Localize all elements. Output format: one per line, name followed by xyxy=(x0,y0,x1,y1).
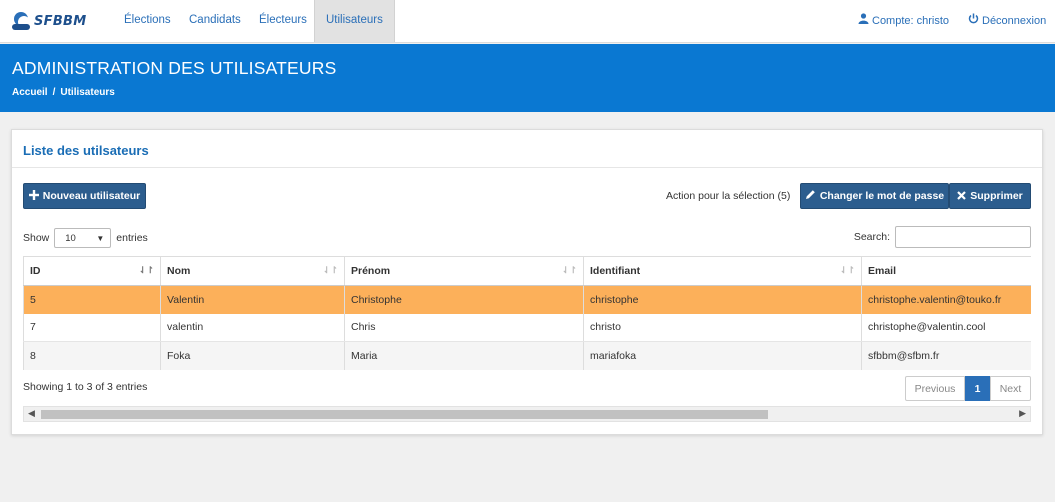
breadcrumb: Accueil / Utilisateurs xyxy=(12,87,115,98)
entries-label: entries xyxy=(116,232,148,244)
column-header-label: ID xyxy=(30,265,41,277)
selection-action-label: Action pour la sélection (5) xyxy=(666,190,791,202)
logout-label: Déconnexion xyxy=(982,15,1047,27)
users-table: ID ⇃↾ Nom ⇃↾ Prénom ⇃↾ Identifiant ⇃↾ Email … xyxy=(23,256,1031,370)
cell-id: 8 xyxy=(23,341,161,370)
search-label: Search: xyxy=(853,231,890,243)
column-header-label: Prénom xyxy=(351,265,391,277)
top-navbar: SFBBM Élections Candidats Électeurs Util… xyxy=(0,0,1055,43)
column-header-id[interactable]: ID ⇃↾ xyxy=(23,256,161,286)
scrollbar-thumb[interactable] xyxy=(41,410,768,419)
table-header-row: ID ⇃↾ Nom ⇃↾ Prénom ⇃↾ Identifiant ⇃↾ Email xyxy=(23,256,1031,286)
cell-email: christophe@valentin.cool xyxy=(861,313,1031,342)
column-header-email[interactable]: Email xyxy=(861,256,1031,286)
pagination-page-1[interactable]: 1 xyxy=(965,376,990,401)
sort-icon: ⇃↾ xyxy=(839,265,855,275)
pagination: Previous 1 Next xyxy=(905,376,1031,401)
delete-label: Supprimer xyxy=(970,190,1023,202)
column-header-label: Nom xyxy=(167,265,191,277)
cell-prenom: Christophe xyxy=(344,285,584,314)
table-row[interactable]: 7 valentin Chris christo christophe@vale… xyxy=(23,313,1031,342)
user-icon xyxy=(858,1,869,41)
cell-identifiant: christo xyxy=(583,313,862,342)
cell-id: 7 xyxy=(23,313,161,342)
page-title: ADMINISTRATION DES UTILISATEURS xyxy=(12,58,337,78)
column-header-prenom[interactable]: Prénom ⇃↾ xyxy=(344,256,584,286)
panel-title: Liste des utilsateurs xyxy=(23,143,149,158)
users-table-container: ID ⇃↾ Nom ⇃↾ Prénom ⇃↾ Identifiant ⇃↾ Email … xyxy=(23,256,1031,370)
new-user-label: Nouveau utilisateur xyxy=(42,190,141,202)
cell-prenom: Chris xyxy=(344,313,584,342)
panel-heading: Liste des utilsateurs xyxy=(12,130,1042,168)
account-link[interactable]: Compte: christo xyxy=(858,0,949,42)
pagination-previous[interactable]: Previous xyxy=(905,376,965,401)
logo-icon xyxy=(12,10,32,32)
cell-nom: Foka xyxy=(160,341,345,370)
brand-logo[interactable]: SFBBM xyxy=(12,8,87,34)
nav-item-candidats[interactable]: Candidats xyxy=(178,0,252,42)
column-header-identifiant[interactable]: Identifiant ⇃↾ xyxy=(583,256,862,286)
breadcrumb-separator: / xyxy=(52,87,56,98)
change-password-button[interactable]: Changer le mot de passe xyxy=(800,183,949,209)
table-info: Showing 1 to 3 of 3 entries xyxy=(23,381,148,393)
users-panel: Liste des utilsateurs Nouveau utilisateu… xyxy=(11,129,1043,435)
pencil-icon xyxy=(805,189,816,203)
power-icon xyxy=(968,1,979,41)
cell-id: 5 xyxy=(23,285,161,314)
page-size-select[interactable]: 10 ▼ xyxy=(54,228,112,248)
column-header-label: Email xyxy=(868,265,897,277)
cell-nom: valentin xyxy=(160,313,345,342)
times-icon xyxy=(957,189,967,203)
search-input[interactable] xyxy=(895,226,1031,248)
cell-email: christophe.valentin@touko.fr xyxy=(861,285,1031,314)
show-label: Show xyxy=(23,232,50,244)
table-row[interactable]: 5 Valentin Christophe christophe christo… xyxy=(23,285,1031,314)
scroll-left-icon[interactable]: ◀ xyxy=(28,408,35,419)
table-row[interactable]: 8 Foka Maria mariafoka sfbbm@sfbm.fr xyxy=(23,341,1031,370)
page-header: ADMINISTRATION DES UTILISATEURS Accueil /… xyxy=(0,44,1055,112)
breadcrumb-accueil[interactable]: Accueil xyxy=(12,87,48,98)
column-header-nom[interactable]: Nom ⇃↾ xyxy=(160,256,345,286)
breadcrumb-utilisateurs: Utilisateurs xyxy=(60,87,115,98)
cell-prenom: Maria xyxy=(344,341,584,370)
delete-button[interactable]: Supprimer xyxy=(949,183,1031,209)
page-size-value: 10 xyxy=(65,232,76,244)
pagination-next[interactable]: Next xyxy=(990,376,1031,401)
sort-icon: ⇃↾ xyxy=(322,265,338,275)
nav-item-utilisateurs[interactable]: Utilisateurs xyxy=(314,0,395,42)
logo-text: SFBBM xyxy=(34,13,87,29)
cell-identifiant: mariafoka xyxy=(583,341,862,370)
account-label: Compte: christo xyxy=(872,15,950,27)
cell-nom: Valentin xyxy=(160,285,345,314)
search-control: Search: xyxy=(854,226,1031,248)
sort-icon: ⇃↾ xyxy=(138,265,154,275)
chevron-down-icon: ▼ xyxy=(96,233,105,243)
change-password-label: Changer le mot de passe xyxy=(819,190,945,202)
scroll-right-icon[interactable]: ▶ xyxy=(1019,408,1026,419)
cell-identifiant: christophe xyxy=(583,285,862,314)
logout-link[interactable]: Déconnexion xyxy=(968,0,1046,42)
page-size-control: Show 10 ▼ entries xyxy=(23,228,148,248)
cell-email: sfbbm@sfbm.fr xyxy=(861,341,1031,370)
sort-icon: ⇃↾ xyxy=(561,265,577,275)
nav-item-electeurs[interactable]: Électeurs xyxy=(248,0,318,42)
column-header-label: Identifiant xyxy=(590,265,641,277)
plus-icon xyxy=(28,189,39,203)
horizontal-scrollbar[interactable]: ◀ ▶ xyxy=(23,406,1031,422)
new-user-button[interactable]: Nouveau utilisateur xyxy=(23,183,146,209)
nav-item-elections[interactable]: Élections xyxy=(113,0,182,42)
